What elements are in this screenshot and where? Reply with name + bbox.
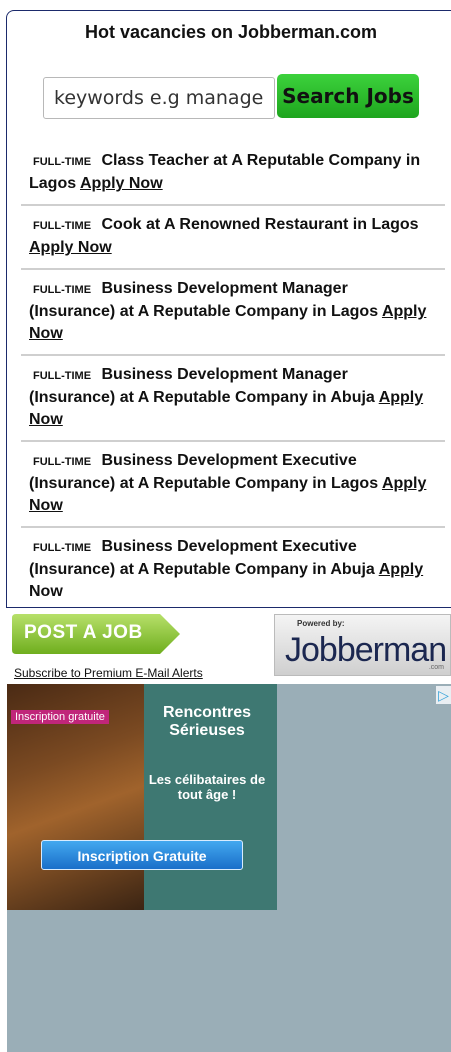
ad-signup-button[interactable]: Inscription Gratuite [41,840,243,870]
job-type-badge: FULL-TIME [33,156,92,168]
apply-now-link[interactable]: Apply Now [80,175,163,192]
post-a-job-button[interactable]: POST A JOB [12,614,180,654]
job-type-badge: FULL-TIME [33,456,92,468]
job-title: Cook at A Renowned Restaurant in Lagos [101,216,419,233]
post-job-label: POST A JOB [24,622,143,643]
job-type-badge: FULL-TIME [33,284,92,296]
job-item: FULL-TIME Cook at A Renowned Restaurant … [21,206,445,270]
powered-by-jobberman-logo[interactable]: Powered by: Jobberman .com [274,614,451,676]
job-item: FULL-TIME Class Teacher at A Reputable C… [21,142,445,206]
job-item: FULL-TIME Business Development Executive… [21,442,445,528]
job-type-badge: FULL-TIME [33,542,92,554]
jobberman-logo: Jobberman [285,631,447,669]
job-item: FULL-TIME Business Development Manager (… [21,270,445,356]
widget-title: Hot vacancies on Jobberman.com [84,22,378,42]
ad-headline: Rencontres Sérieuses [162,704,252,739]
jobberman-logo-suffix: .com [428,664,444,671]
job-item: FULL-TIME Business Development Manager (… [21,356,445,442]
apply-now-link[interactable]: Apply Now [29,239,112,256]
job-type-badge: FULL-TIME [33,370,92,382]
keyword-search-input[interactable] [43,77,275,119]
search-jobs-button[interactable]: Search Jobs [277,74,419,118]
advertisement-area: Inscription gratuite Rencontres Sérieuse… [7,684,451,1052]
job-list[interactable]: FULL-TIME Class Teacher at A Reputable C… [21,142,445,597]
ad-tag: Inscription gratuite [11,710,109,724]
powered-by-text: Powered by: [297,619,345,628]
ad-subline: Les célibataires de tout âge ! [148,772,266,802]
ad-banner[interactable]: Inscription gratuite Rencontres Sérieuse… [7,684,277,910]
job-type-badge: FULL-TIME [33,220,92,232]
jobberman-widget: Hot vacancies on Jobberman.com Search Jo… [6,10,451,608]
adchoices-icon[interactable]: ▷ [436,686,451,704]
job-item: FULL-TIME Business Development Executive… [21,528,445,597]
subscribe-alerts-link[interactable]: Subscribe to Premium E-Mail Alerts [14,666,203,680]
